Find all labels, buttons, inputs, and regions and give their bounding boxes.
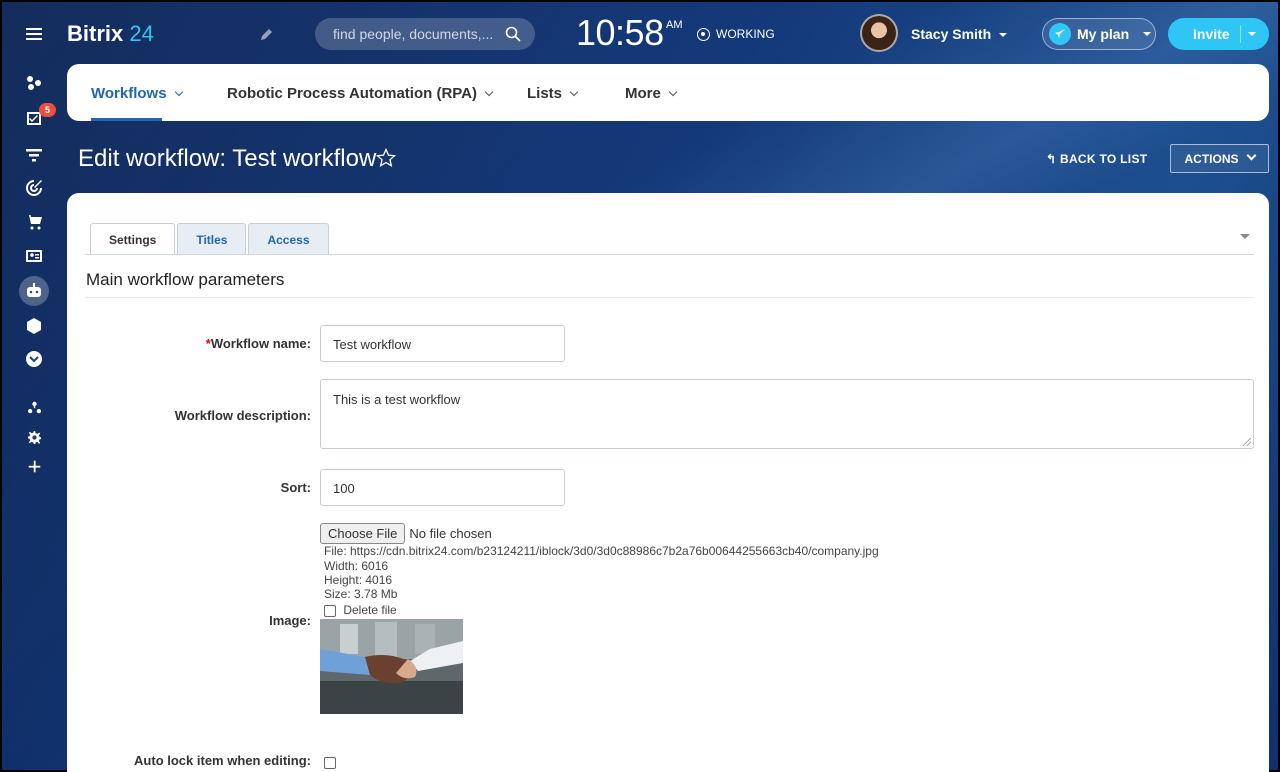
image-label: Image: bbox=[269, 613, 311, 628]
file-size: Size: 3.78 Mb bbox=[324, 587, 398, 601]
no-file-text: No file chosen bbox=[409, 526, 492, 541]
chevron-down-icon bbox=[569, 87, 579, 97]
nav-more[interactable]: More bbox=[625, 85, 678, 102]
chevron-down-icon bbox=[484, 87, 494, 97]
sort-label: Sort: bbox=[280, 480, 311, 495]
main-panel: Settings Titles Access Main workflow par… bbox=[67, 193, 1269, 772]
nav-rpa[interactable]: Robotic Process Automation (RPA) bbox=[227, 85, 494, 102]
search-icon bbox=[505, 26, 521, 42]
file-picker: Choose File No file chosen bbox=[320, 523, 492, 544]
section-title: Main workflow parameters bbox=[86, 270, 285, 289]
rocket-icon bbox=[1049, 23, 1071, 45]
left-rail: 5 bbox=[2, 2, 66, 770]
delete-file-checkbox[interactable] bbox=[324, 604, 336, 617]
workflow-description-label: Workflow description: bbox=[174, 408, 311, 423]
record-icon bbox=[697, 27, 710, 41]
more-icon[interactable] bbox=[22, 347, 46, 371]
actions-button[interactable]: ACTIONS bbox=[1170, 144, 1269, 173]
nav-workflows[interactable]: Workflows bbox=[91, 85, 183, 102]
choose-file-button[interactable]: Choose File bbox=[320, 523, 406, 544]
collapse-icon[interactable] bbox=[1240, 234, 1250, 239]
tab-titles[interactable]: Titles bbox=[177, 223, 247, 254]
resize-handle[interactable] bbox=[1243, 438, 1251, 446]
section-divider bbox=[85, 297, 1254, 298]
chevron-down-icon bbox=[174, 87, 183, 97]
star-icon[interactable] bbox=[376, 148, 396, 168]
workflow-description-textarea[interactable]: This is a test workflow bbox=[320, 379, 1254, 449]
chevron-down-icon bbox=[668, 87, 678, 97]
box-icon[interactable] bbox=[22, 314, 46, 338]
contacts-icon[interactable] bbox=[22, 244, 46, 268]
robot-icon[interactable] bbox=[22, 279, 46, 303]
handshake-image bbox=[320, 619, 463, 714]
auto-lock-label: Auto lock item when editing: bbox=[134, 753, 311, 768]
sort-input[interactable]: 100 bbox=[320, 469, 565, 506]
tab-bar: Settings Titles Access bbox=[90, 223, 329, 254]
sitemap-icon[interactable] bbox=[22, 395, 46, 419]
feed-icon[interactable] bbox=[22, 71, 46, 95]
back-arrow-icon: ↰ bbox=[1046, 152, 1057, 166]
app-logo[interactable]: Bitrix 24 bbox=[67, 21, 154, 47]
avatar[interactable] bbox=[860, 14, 898, 52]
menu-icon[interactable] bbox=[22, 22, 46, 46]
cart-icon[interactable] bbox=[22, 210, 46, 234]
my-plan-button[interactable]: My plan bbox=[1042, 18, 1156, 50]
gear-icon[interactable] bbox=[22, 425, 46, 449]
target-icon[interactable] bbox=[22, 176, 46, 200]
caret-down-icon bbox=[1143, 32, 1152, 36]
nav-active-indicator bbox=[91, 118, 162, 121]
file-height: Height: 4016 bbox=[324, 573, 393, 587]
nav-lists[interactable]: Lists bbox=[527, 85, 579, 102]
file-path: File: https://cdn.bitrix24.com/b23124211… bbox=[324, 544, 879, 558]
back-to-list-link[interactable]: ↰ BACK TO LIST bbox=[1046, 152, 1147, 166]
file-width: Width: 6016 bbox=[324, 559, 389, 573]
pencil-icon[interactable] bbox=[260, 27, 274, 41]
auto-lock-checkbox[interactable] bbox=[324, 756, 336, 769]
page-title: Edit workflow: Test workflow bbox=[78, 145, 377, 172]
add-icon[interactable] bbox=[22, 454, 46, 478]
image-preview bbox=[320, 619, 463, 714]
auto-lock-checkbox-wrap bbox=[324, 754, 336, 772]
workflow-name-input[interactable]: Test workflow bbox=[320, 325, 565, 362]
chevron-down-icon bbox=[1246, 150, 1256, 161]
top-navigation: Workflows Robotic Process Automation (RP… bbox=[67, 64, 1269, 121]
clock[interactable]: 10:58 bbox=[576, 12, 664, 54]
workflow-name-label: *Workflow name: bbox=[205, 336, 311, 351]
delete-file-row: Delete file bbox=[324, 603, 397, 617]
user-menu[interactable]: Stacy Smith bbox=[911, 26, 1008, 42]
work-status[interactable]: WORKING bbox=[697, 27, 775, 41]
filter-icon[interactable] bbox=[22, 143, 46, 167]
search-input[interactable]: find people, documents,... bbox=[315, 18, 535, 50]
caret-down-icon bbox=[999, 33, 1008, 38]
invite-button[interactable]: Invite bbox=[1168, 18, 1269, 50]
tab-access[interactable]: Access bbox=[248, 223, 329, 254]
clock-ampm: AM bbox=[666, 19, 683, 31]
tab-divider bbox=[85, 254, 1254, 255]
tasks-badge: 5 bbox=[39, 103, 56, 117]
caret-down-icon[interactable] bbox=[1248, 32, 1256, 36]
tab-settings[interactable]: Settings bbox=[90, 223, 176, 254]
